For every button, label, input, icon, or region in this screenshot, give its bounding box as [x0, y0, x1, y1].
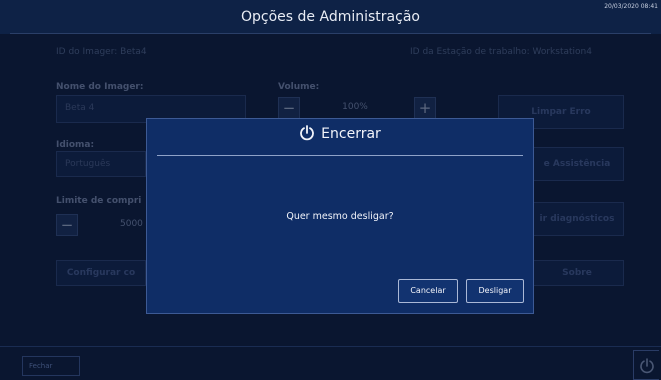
volume-increase-button[interactable]: +	[414, 97, 436, 119]
volume-decrease-button[interactable]: −	[278, 97, 300, 119]
language-value: Português	[65, 159, 111, 169]
header-bar: Opções de Administração 20/03/2020 08:41	[0, 0, 661, 34]
configure-button[interactable]: Configurar co	[56, 260, 146, 286]
page-title: Opções de Administração	[241, 9, 420, 25]
imager-id-label: ID do Imager: Beta4	[56, 47, 147, 57]
shutdown-dialog: Encerrar Quer mesmo desligar? Cancelar D…	[146, 118, 534, 314]
run-diagnostics-button[interactable]: ir diagnósticos	[530, 202, 624, 236]
power-icon	[640, 358, 654, 374]
dialog-message: Quer mesmo desligar?	[286, 211, 394, 222]
language-label: Idioma:	[56, 140, 95, 150]
dialog-divider	[157, 155, 523, 156]
workstation-id-label: ID da Estação de trabalho: Workstation4	[410, 47, 592, 57]
length-limit-value: 5000	[120, 219, 143, 229]
about-button[interactable]: Sobre	[530, 260, 624, 286]
power-icon	[300, 125, 315, 141]
power-button[interactable]	[633, 350, 659, 380]
shutdown-button[interactable]: Desligar	[466, 279, 524, 303]
length-decrease-button[interactable]: −	[56, 214, 78, 236]
close-button[interactable]: Fechar	[22, 356, 80, 376]
language-select[interactable]: Português	[56, 151, 146, 177]
assistance-button[interactable]: e Assistência	[530, 147, 624, 181]
imager-name-value: Beta 4	[65, 103, 95, 113]
datetime-label: 20/03/2020 08:41	[604, 3, 658, 10]
cancel-button[interactable]: Cancelar	[398, 279, 458, 303]
dialog-header: Encerrar	[147, 125, 533, 142]
imager-name-label: Nome do Imager:	[56, 82, 144, 92]
volume-value: 100%	[342, 102, 368, 112]
footer-bar: Fechar	[0, 346, 661, 380]
volume-label: Volume:	[278, 82, 320, 92]
dialog-title: Encerrar	[321, 126, 381, 142]
length-limit-label: Limite de compri	[56, 196, 142, 206]
